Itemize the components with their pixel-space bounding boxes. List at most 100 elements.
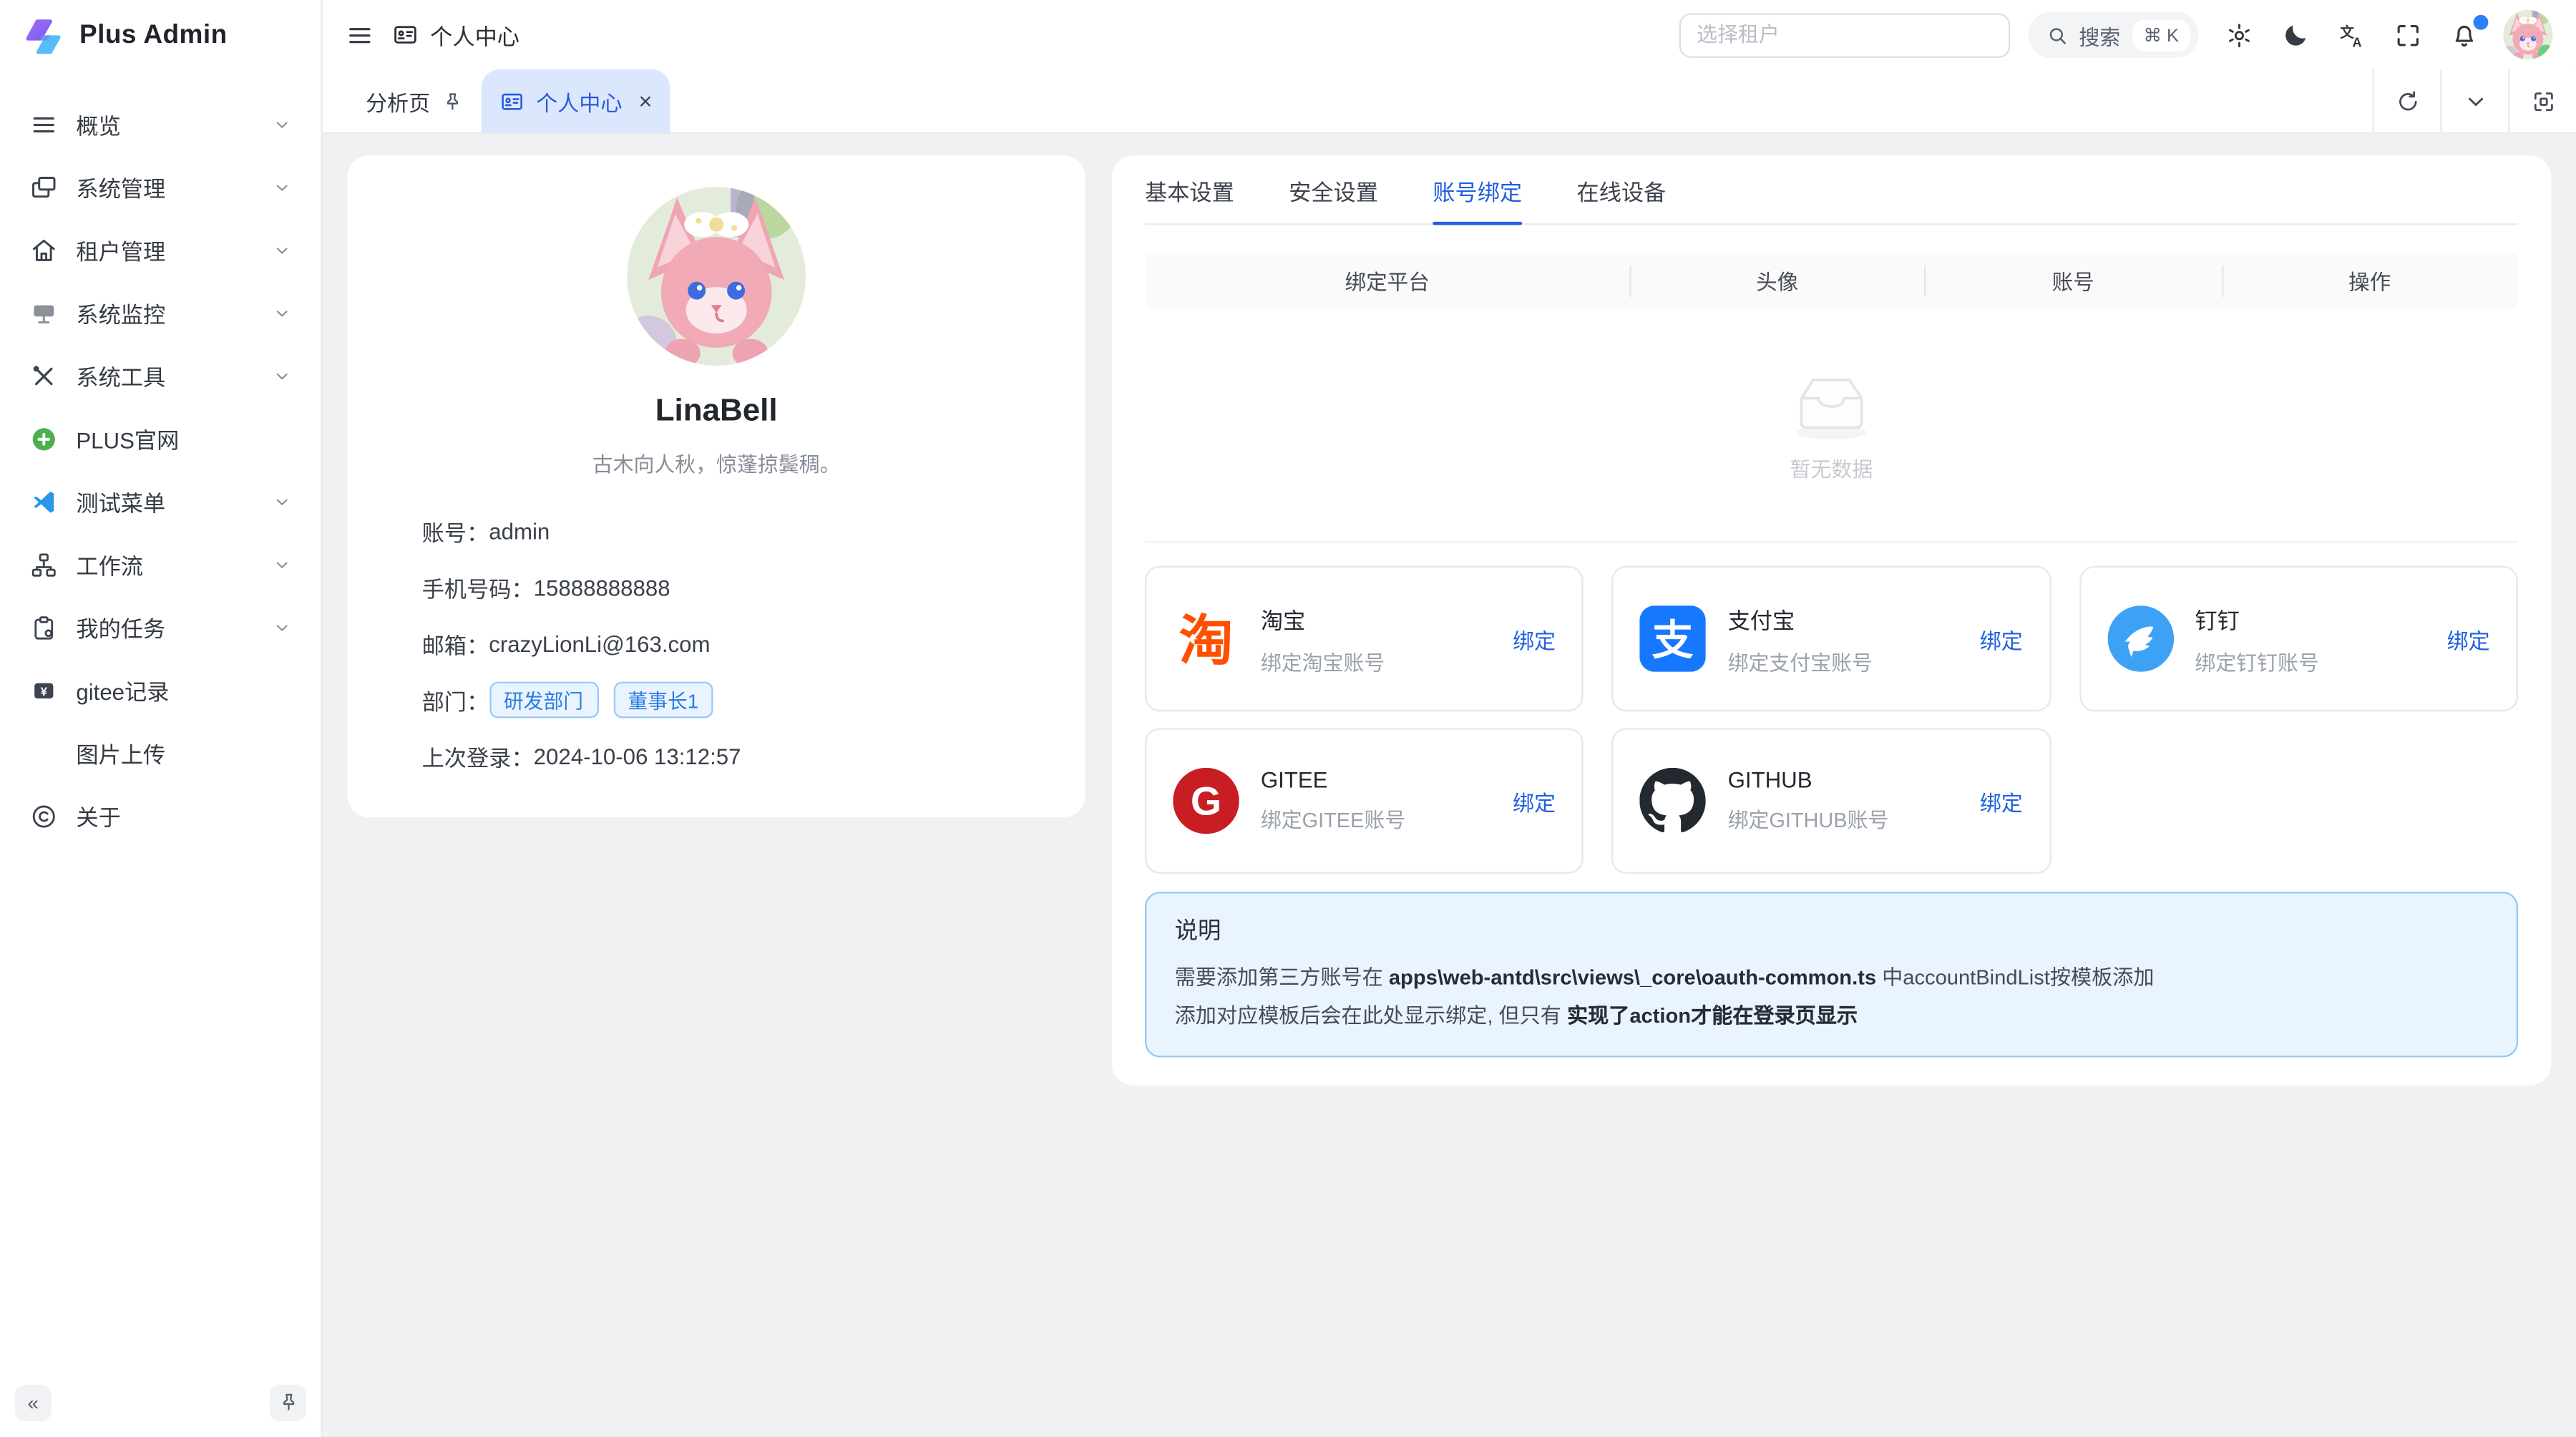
sidebar-item-workflow[interactable]: 工作流 xyxy=(13,532,308,595)
sidebar-item-system-management[interactable]: 系统管理 xyxy=(13,155,308,218)
table-column-header: 操作 xyxy=(2221,265,2517,296)
settings-tab-2[interactable]: 账号绑定 xyxy=(1433,155,1522,223)
search-shortcut-badge: ⌘ K xyxy=(2132,19,2190,51)
tab-profile-center[interactable]: 个人中心 × xyxy=(482,69,670,132)
gitee-logo-icon xyxy=(1173,768,1239,834)
binding-desc: 绑定淘宝账号 xyxy=(1261,645,1385,676)
sidebar-item-about[interactable]: 关于 xyxy=(13,784,308,847)
chevron-down-icon xyxy=(273,115,291,133)
field-value: crazyLionLi@163.com xyxy=(489,631,710,656)
sidebar-item-my-tasks[interactable]: 我的任务 xyxy=(13,595,308,658)
notifications-bell-button[interactable] xyxy=(2450,21,2478,49)
bind-link[interactable]: 绑定 xyxy=(1513,785,1556,817)
refresh-button[interactable] xyxy=(2373,69,2441,132)
overview-icon xyxy=(30,110,58,138)
sidebar-item-label: 图片上传 xyxy=(76,736,165,769)
bind-link[interactable]: 绑定 xyxy=(1980,623,2023,655)
tab-label: 个人中心 xyxy=(536,85,622,117)
profile-field-row: 账号：admin xyxy=(422,503,1053,560)
binding-card-github: GITHUB 绑定GITHUB账号 绑定 xyxy=(1612,728,2051,873)
sidebar-footer: « xyxy=(0,1368,321,1437)
user-avatar[interactable] xyxy=(2503,10,2552,59)
global-search[interactable]: 搜索 ⌘ K xyxy=(2028,11,2199,58)
tenant-select-input[interactable] xyxy=(1679,12,2009,57)
settings-tab-0[interactable]: 基本设置 xyxy=(1145,155,1234,223)
bind-link[interactable]: 绑定 xyxy=(2447,623,2490,655)
chevron-down-icon xyxy=(273,366,291,384)
sidebar-item-system-tools[interactable]: 系统工具 xyxy=(13,344,308,407)
taobao-logo-icon xyxy=(1173,605,1239,671)
settings-panel: 基本设置安全设置账号绑定在线设备 绑定平台头像账号操作 暂无数据 淘宝 绑定淘宝… xyxy=(1112,155,2552,1085)
binding-card-taobao: 淘宝 绑定淘宝账号 绑定 xyxy=(1145,566,1584,711)
sidebar-item-plus-website[interactable]: PLUS官网 xyxy=(13,407,308,470)
table-column-header: 账号 xyxy=(1925,265,2221,296)
field-label: 账号： xyxy=(422,515,489,547)
sidebar-item-label: 关于 xyxy=(76,799,120,832)
vscode-icon xyxy=(30,487,58,515)
sidebar-item-system-monitor[interactable]: 系统监控 xyxy=(13,281,308,344)
profile-avatar xyxy=(627,187,806,366)
sidebar-item-overview[interactable]: 概览 xyxy=(13,92,308,155)
note-title: 说明 xyxy=(1175,913,2489,946)
sidebar-item-gitee-records[interactable]: gitee记录 xyxy=(13,658,308,721)
chevron-down-icon xyxy=(2463,89,2488,114)
page-root: Plus Admin 概览 系统管理 租户管理 系统监控 系统工具 PLUS官网 xyxy=(0,0,2576,1437)
sidebar-collapse-button[interactable]: « xyxy=(15,1384,52,1421)
field-label: 邮箱： xyxy=(422,627,489,660)
content-maximize-button[interactable] xyxy=(2508,69,2576,132)
binding-desc: 绑定GITEE账号 xyxy=(1261,802,1405,834)
settings-tabs: 基本设置安全设置账号绑定在线设备 xyxy=(1145,155,2518,225)
note-text: 中accountBindList按模板添加 xyxy=(1876,966,2154,989)
note-bold-text: 实现了action才能在登录页显示 xyxy=(1567,1004,1858,1027)
binding-title: GITHUB xyxy=(1728,768,1889,793)
settings-tab-1[interactable]: 安全设置 xyxy=(1289,155,1378,223)
sidebar-pin-button[interactable] xyxy=(270,1384,306,1421)
sidebar-item-label: gitee记录 xyxy=(76,673,169,706)
bind-link[interactable]: 绑定 xyxy=(1513,623,1556,655)
idcard-icon xyxy=(499,89,525,114)
main-area: 个人中心 搜索 ⌘ K xyxy=(323,0,2576,1437)
sidebar: Plus Admin 概览 系统管理 租户管理 系统监控 系统工具 PLUS官网 xyxy=(0,0,323,1437)
binding-card-dingtalk: 钉钉 绑定钉钉账号 绑定 xyxy=(2079,566,2519,711)
breadcrumb[interactable]: 个人中心 xyxy=(392,18,519,51)
sidebar-item-image-upload[interactable]: 图片上传 xyxy=(13,721,308,784)
sidebar-toggle-icon[interactable] xyxy=(346,21,374,49)
tabs-menu-button[interactable] xyxy=(2440,69,2508,132)
refresh-icon xyxy=(2395,89,2420,114)
settings-tab-3[interactable]: 在线设备 xyxy=(1576,155,1666,223)
pin-icon xyxy=(277,1392,298,1413)
bind-link[interactable]: 绑定 xyxy=(1980,785,2023,817)
field-value: admin xyxy=(489,519,550,544)
settings-gear-icon[interactable] xyxy=(2225,21,2253,49)
field-value: 15888888888 xyxy=(534,575,670,600)
field-value: 2024-10-06 13:12:57 xyxy=(534,744,741,769)
plus-site-icon xyxy=(30,424,58,452)
tab-analysis-page[interactable]: 分析页 xyxy=(348,69,482,132)
dark-mode-moon-icon[interactable] xyxy=(2281,21,2309,49)
pin-icon[interactable] xyxy=(441,90,463,112)
maximize-icon xyxy=(2530,89,2555,114)
sidebar-item-tenant-management[interactable]: 租户管理 xyxy=(13,218,308,281)
field-label: 手机号码： xyxy=(422,571,534,604)
app-logo-icon xyxy=(21,14,66,59)
close-icon[interactable]: × xyxy=(639,89,653,112)
note-bold-text: apps\web-antd\src\views\_core\oauth-comm… xyxy=(1389,966,1876,989)
task-icon xyxy=(30,613,58,641)
table-column-header: 绑定平台 xyxy=(1145,265,1629,296)
alipay-logo-icon xyxy=(1640,605,1706,671)
binding-card-alipay: 支付宝 绑定支付宝账号 绑定 xyxy=(1612,566,2051,711)
sidebar-menu: 概览 系统管理 租户管理 系统监控 系统工具 PLUS官网 测试菜单 xyxy=(0,73,321,847)
sidebar-item-label: PLUS官网 xyxy=(76,422,179,455)
language-translate-icon[interactable] xyxy=(2338,21,2366,49)
sidebar-item-test-menu[interactable]: 测试菜单 xyxy=(13,470,308,533)
binding-text: 钉钉 绑定钉钉账号 xyxy=(2195,601,2318,676)
binding-card-gitee: GITEE 绑定GITEE账号 绑定 xyxy=(1145,728,1584,873)
binding-text: GITHUB 绑定GITHUB账号 xyxy=(1728,768,1889,834)
logo-area[interactable]: Plus Admin xyxy=(0,0,321,73)
profile-name: LinaBell xyxy=(348,394,1085,430)
profile-field-row: 邮箱：crazyLionLi@163.com xyxy=(422,615,1053,672)
empty-box-icon xyxy=(1780,366,1883,442)
idcard-icon xyxy=(392,21,419,48)
fullscreen-icon[interactable] xyxy=(2394,21,2422,49)
monitor-icon xyxy=(30,298,58,326)
